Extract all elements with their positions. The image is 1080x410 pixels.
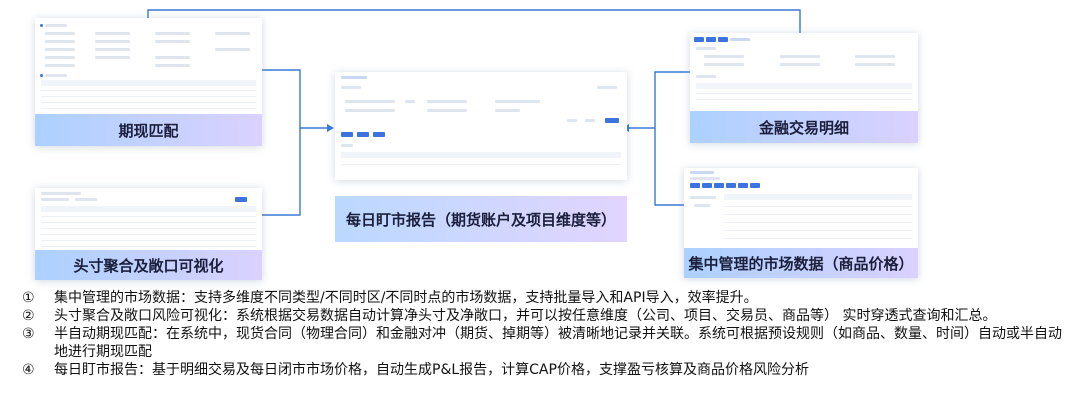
list-number: ② [22, 308, 35, 324]
panel-position-aggregation: 头寸聚合及敞口可视化 [35, 188, 262, 280]
list-item: ③ 半自动期现匹配：在系统中，现货合同（物理合同）和金融对冲（期货、掉期等）被清… [22, 325, 1072, 361]
list-text: 集中管理的市场数据：支持多维度不同类型/不同时区/不同时点的市场数据，支持批量导… [54, 290, 758, 306]
list-text: 半自动期现匹配：在系统中，现货合同（物理合同）和金融对冲（期货、掉期等）被清晰地… [54, 326, 1062, 360]
list-item: ④ 每日盯市报告：基于明细交易及每日闭市市场价格，自动生成P&L报告，计算CAP… [22, 361, 1072, 379]
list-item: ① 集中管理的市场数据：支持多维度不同类型/不同时区/不同时点的市场数据，支持批… [22, 289, 1072, 307]
panel-futures-spot-matching: 期现匹配 [35, 18, 262, 146]
list-text: 头寸聚合及敞口风险可视化：系统根据交易数据自动计算净头寸及净敞口，并可以按任意维… [54, 308, 997, 324]
arrow-top-right-to-center [628, 71, 690, 129]
list-number: ④ [22, 362, 35, 378]
list-number: ① [22, 290, 35, 306]
arrow-top-left-to-center [262, 69, 328, 129]
panel-market-data: 集中管理的市场数据（商品价格） [684, 168, 918, 278]
panel-daily-mtm-report [335, 72, 627, 180]
panel-label: 每日盯市报告（期货账户及项目维度等） [335, 196, 627, 242]
screenshot-thumbnail [335, 72, 627, 180]
panel-label: 集中管理的市场数据（商品价格） [684, 248, 918, 278]
arrowhead-center-left [327, 124, 334, 132]
arrow-bottom-left-to-center [262, 128, 301, 216]
panel-label: 头寸聚合及敞口可视化 [35, 250, 262, 280]
panel-financial-trade-details: 金融交易明细 [690, 33, 918, 143]
panel-label: 期现匹配 [35, 114, 262, 146]
list-number: ③ [22, 326, 35, 342]
list-item: ② 头寸聚合及敞口风险可视化：系统根据交易数据自动计算净头寸及净敞口，并可以按任… [22, 307, 1072, 325]
feature-list: ① 集中管理的市场数据：支持多维度不同类型/不同时区/不同时点的市场数据，支持批… [22, 289, 1072, 379]
panel-label: 金融交易明细 [690, 111, 918, 143]
list-text: 每日盯市报告：基于明细交易及每日闭市市场价格，自动生成P&L报告，计算CAP价格… [54, 362, 809, 378]
